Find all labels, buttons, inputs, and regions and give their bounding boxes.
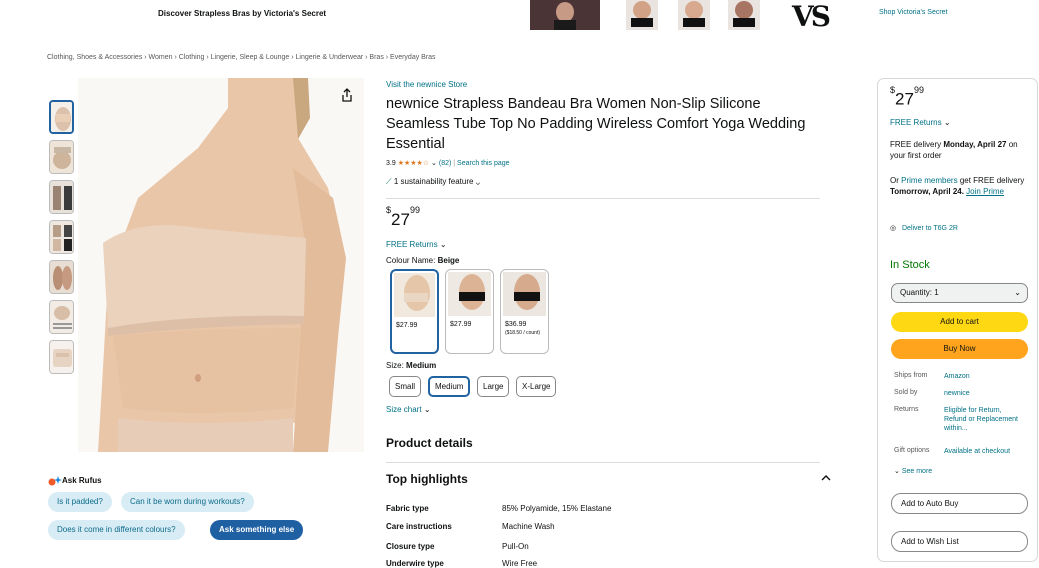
prime-members-link[interactable]: Prime members	[901, 176, 957, 185]
add-to-wish-list-button[interactable]: Add to Wish List	[891, 531, 1028, 552]
buy-now-button[interactable]: Buy Now	[891, 339, 1028, 359]
colour-value: Beige	[437, 256, 460, 265]
banner-image-product-2[interactable]	[678, 0, 710, 30]
banner-title[interactable]: Discover Strapless Bras by Victoria's Se…	[158, 9, 326, 18]
ask-something-else-button[interactable]: Ask something else	[210, 520, 304, 540]
free-returns-link[interactable]: FREE Returns ⌄	[386, 240, 447, 249]
gift-options-value[interactable]: Available at checkout	[944, 447, 1010, 456]
chevron-down-icon: ⌄	[894, 468, 900, 475]
image-thumbnail-1[interactable]	[49, 100, 74, 134]
banner-image-model[interactable]	[530, 0, 600, 30]
size-xlarge-button[interactable]: X-Large	[516, 376, 557, 397]
rufus-title: Ask Rufus	[62, 476, 102, 485]
leaf-icon: ⟋	[386, 177, 392, 186]
returns-policy-link[interactable]: Eligible for Return, Refund or Replaceme…	[944, 406, 1026, 433]
chevron-down-icon: ⌄	[439, 240, 447, 249]
chevron-down-icon: ⌄	[423, 405, 431, 414]
sponsored-banner[interactable]: Discover Strapless Bras by Victoria's Se…	[0, 0, 1039, 34]
join-prime-link[interactable]: Join Prime	[966, 187, 1004, 196]
sustainability-label[interactable]: 1 sustainability feature	[394, 177, 474, 186]
search-this-page-link[interactable]: Search this page	[457, 160, 510, 167]
colour-label: Colour Name: Beige	[386, 256, 460, 265]
see-more-link[interactable]: ⌄ See more	[894, 467, 932, 476]
victorias-secret-logo[interactable]: VS	[792, 0, 831, 33]
stock-status: In Stock	[890, 259, 930, 271]
add-to-cart-button[interactable]: Add to cart	[891, 312, 1028, 332]
deliver-to-link[interactable]: ◎ Deliver to T6G 2R	[890, 223, 970, 234]
image-thumbnail-5[interactable]	[49, 260, 74, 294]
image-thumbnail-3[interactable]	[49, 180, 74, 214]
image-thumbnail-6[interactable]	[49, 300, 74, 334]
breadcrumb[interactable]: Clothing, Shoes & Accessories › Women › …	[47, 54, 436, 61]
rufus-question-padded[interactable]: Is it padded?	[48, 492, 112, 512]
rufus-question-colours[interactable]: Does it come in different colours?	[48, 520, 185, 540]
quantity-dropdown[interactable]: Quantity: 1 ⌄	[891, 283, 1028, 303]
buybox-price: $2799	[890, 85, 924, 109]
gift-options-label: Gift options	[894, 447, 930, 454]
store-link[interactable]: Visit the newnice Store	[386, 80, 467, 89]
swatch-unit-price: ($18.50 / count)	[505, 330, 541, 336]
size-value: Medium	[406, 361, 437, 370]
spec-value: Pull-On	[502, 542, 529, 551]
product-price: $2799	[386, 205, 420, 229]
divider	[386, 462, 820, 463]
spec-key: Closure type	[386, 542, 435, 551]
chevron-down-icon: ⌄	[943, 118, 951, 127]
location-pin-icon: ◎	[890, 225, 897, 232]
swatch-price: $36.99	[505, 321, 527, 328]
size-large-button[interactable]: Large	[477, 376, 510, 397]
colour-swatch-beige[interactable]: $27.99	[390, 269, 439, 354]
image-thumbnail-7[interactable]	[49, 340, 74, 374]
sustainability-feature[interactable]: ⟋ 1 sustainability feature ⌄	[386, 177, 480, 187]
banner-image-product-1[interactable]	[626, 0, 658, 30]
ships-from-value[interactable]: Amazon	[944, 372, 970, 381]
delivery-info: FREE delivery Monday, April 27 on your f…	[890, 140, 1018, 160]
divider	[386, 198, 820, 199]
colour-swatch-black[interactable]: $27.99	[445, 269, 494, 354]
prime-delivery-info: Or Prime members get FREE delivery Tomor…	[890, 176, 1025, 196]
chevron-down-icon[interactable]: ⌄	[476, 177, 480, 186]
sold-by-label: Sold by	[894, 389, 918, 396]
chevron-down-icon: ⌄	[1014, 288, 1021, 297]
spec-value: Machine Wash	[502, 522, 555, 531]
rating-value: 3.9	[386, 160, 396, 167]
buybox-free-returns[interactable]: FREE Returns ⌄	[890, 117, 951, 128]
top-highlights-heading[interactable]: Top highlights	[386, 472, 468, 486]
share-icon[interactable]	[340, 88, 354, 102]
size-small-button[interactable]: Small	[389, 376, 422, 397]
returns-label: Returns	[894, 406, 919, 413]
chevron-up-icon[interactable]	[820, 472, 832, 486]
sold-by-link[interactable]: newnice	[944, 389, 970, 398]
spec-key: Fabric type	[386, 504, 429, 513]
spec-value: 85% Polyamide, 15% Elastane	[502, 504, 612, 513]
size-label: Size: Medium	[386, 361, 437, 370]
rating-count-link[interactable]: (82)	[439, 160, 451, 167]
colour-swatch-black-2pack[interactable]: $36.99 ($18.50 / count)	[500, 269, 549, 354]
rufus-sparkle-icon	[48, 474, 62, 486]
rating-stars[interactable]: ★★★★☆	[398, 160, 429, 167]
swatch-price: $27.99	[396, 322, 418, 329]
image-thumbnail-4[interactable]	[49, 220, 74, 254]
product-title: newnice Strapless Bandeau Bra Women Non-…	[386, 96, 806, 152]
size-medium-button[interactable]: Medium	[428, 376, 471, 397]
banner-image-product-3[interactable]	[728, 0, 760, 30]
product-details-heading: Product details	[386, 436, 473, 450]
size-chart-link[interactable]: Size chart ⌄	[386, 405, 431, 414]
add-to-auto-buy-button[interactable]: Add to Auto Buy	[891, 493, 1028, 514]
rating-line: 3.9 ★★★★☆ ⌄ (82) | Search this page	[386, 160, 510, 167]
chevron-down-icon[interactable]: ⌄	[431, 160, 437, 167]
swatch-price: $27.99	[450, 321, 472, 328]
shop-victorias-secret-link[interactable]: Shop Victoria's Secret	[879, 9, 948, 16]
ships-from-label: Ships from	[894, 372, 928, 379]
rufus-question-workouts[interactable]: Can it be worn during workouts?	[121, 492, 254, 512]
spec-key: Care instructions	[386, 522, 452, 531]
main-product-image[interactable]	[78, 78, 364, 452]
image-thumbnail-2[interactable]	[49, 140, 74, 174]
